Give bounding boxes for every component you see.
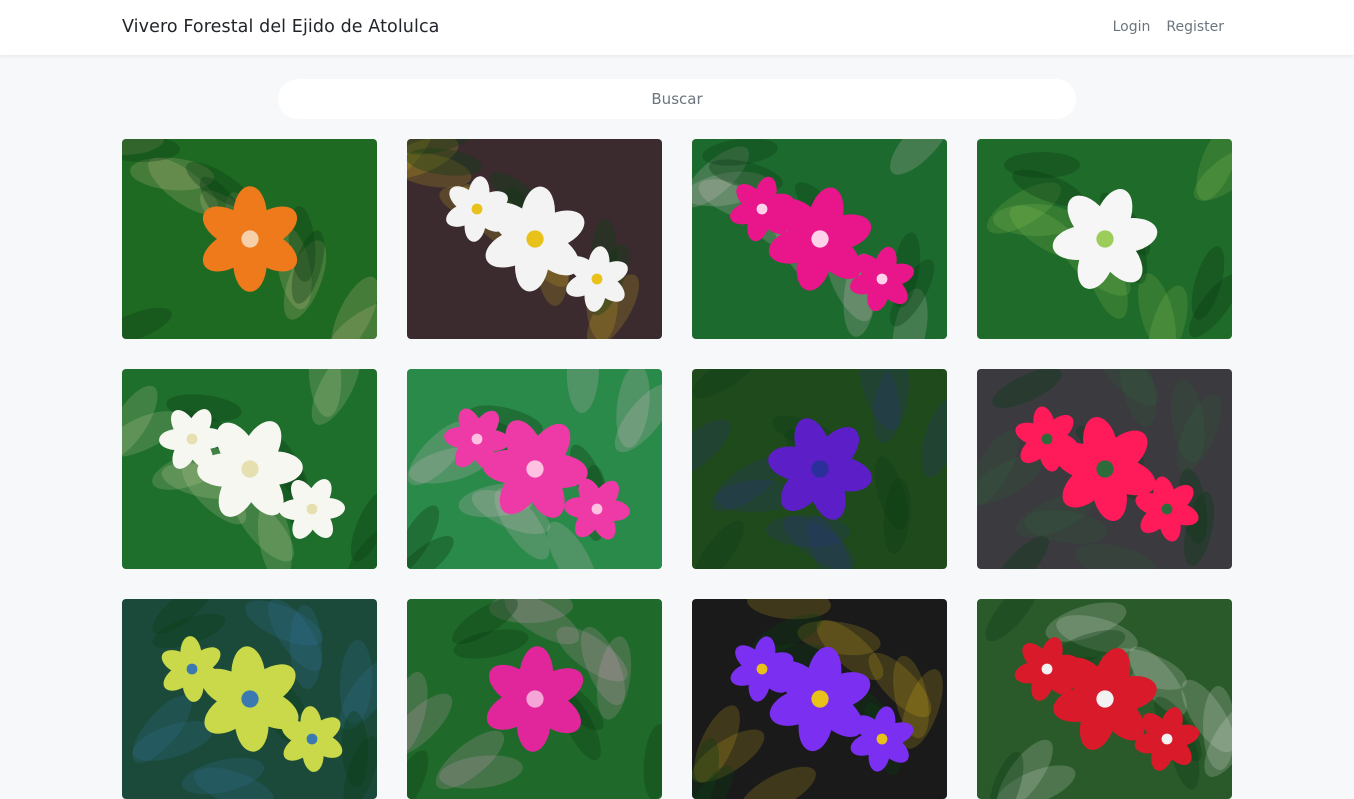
purple-balloon-flower-image: [692, 599, 947, 799]
white-pepper-flower-image: [977, 139, 1232, 339]
login-link[interactable]: Login: [1113, 19, 1151, 35]
purple-delphinium-image: [692, 369, 947, 569]
pink-impatiens-image: [692, 139, 947, 339]
register-link[interactable]: Register: [1166, 19, 1224, 35]
flower-card[interactable]: [692, 139, 947, 339]
flower-card[interactable]: [977, 139, 1232, 339]
orange-amaryllis-image: [122, 139, 377, 339]
flower-card[interactable]: [407, 139, 662, 339]
search-input[interactable]: [278, 79, 1076, 119]
peace-lily-image: [122, 369, 377, 569]
flower-card[interactable]: [122, 599, 377, 799]
white-begonia-image: [407, 139, 662, 339]
magenta-daisies-image: [407, 599, 662, 799]
flower-card[interactable]: [692, 599, 947, 799]
flower-card[interactable]: [977, 599, 1232, 799]
flower-card[interactable]: [122, 139, 377, 339]
red-mandevilla-image: [977, 369, 1232, 569]
flower-card[interactable]: [407, 369, 662, 569]
red-fuchsia-image: [977, 599, 1232, 799]
auth-links: Login Register: [1113, 19, 1224, 35]
flower-card[interactable]: [977, 369, 1232, 569]
pink-dahlias-image: [407, 369, 662, 569]
search-bar: [278, 79, 1076, 119]
flower-card[interactable]: [122, 369, 377, 569]
brand-title[interactable]: Vivero Forestal del Ejido de Atolulca: [122, 17, 440, 37]
variegated-foliage-image: [122, 599, 377, 799]
top-navbar: Vivero Forestal del Ejido de Atolulca Lo…: [0, 0, 1354, 55]
flower-card[interactable]: [407, 599, 662, 799]
flower-card[interactable]: [692, 369, 947, 569]
